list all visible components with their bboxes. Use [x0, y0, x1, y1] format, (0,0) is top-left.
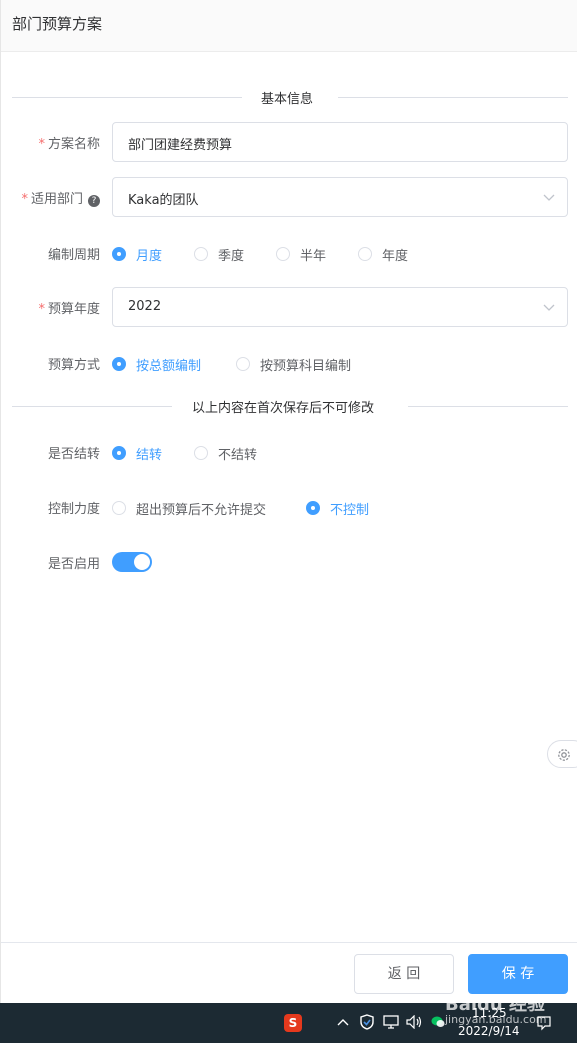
- plan-name-value: 部门团建经费预算: [128, 138, 233, 153]
- radio-label: 结转: [136, 448, 163, 463]
- form-row-method: 预算方式 按总额编制 按预算科目编制: [1, 343, 577, 383]
- radio-label: 按预算科目编制: [260, 359, 352, 374]
- chevron-down-icon: [543, 304, 555, 311]
- divider-line-right: [408, 406, 568, 407]
- save-button[interactable]: 保 存: [468, 954, 568, 994]
- divider-line-right: [338, 97, 568, 98]
- control-label: 控制力度: [47, 502, 100, 517]
- radio-dot: [306, 501, 320, 515]
- radio-dot: [112, 357, 126, 371]
- network-icon[interactable]: [383, 1015, 399, 1029]
- enabled-label: 是否启用: [47, 557, 100, 572]
- method-label: 预算方式: [47, 358, 100, 373]
- form-row-period: 编制周期 月度 季度 半年 年度: [1, 233, 577, 273]
- plan-name-label: * 方案名称: [38, 133, 100, 152]
- shield-icon[interactable]: [360, 1014, 374, 1030]
- radio-dot: [112, 247, 126, 261]
- radio-label: 不结转: [218, 448, 258, 463]
- year-select[interactable]: 2022: [112, 287, 568, 327]
- required-mark: *: [21, 192, 28, 207]
- year-value: 2022: [128, 299, 162, 314]
- page-title: 部门预算方案: [12, 15, 103, 33]
- gear-icon: [558, 749, 570, 761]
- year-label: * 预算年度: [38, 298, 100, 317]
- radio-dot: [358, 247, 372, 261]
- page-header: 部门预算方案: [1, 0, 577, 52]
- wechat-icon[interactable]: [431, 1016, 445, 1028]
- radio-label: 月度: [136, 249, 163, 264]
- chevron-up-icon[interactable]: [337, 1017, 349, 1029]
- clock-date: 2022/9/14: [458, 1024, 520, 1038]
- switch-knob: [134, 554, 150, 570]
- radio-label: 按总额编制: [136, 359, 202, 374]
- sogou-icon[interactable]: S: [284, 1014, 302, 1032]
- help-icon[interactable]: ?: [88, 195, 100, 207]
- radio-dot: [112, 446, 126, 460]
- radio-label: 不控制: [330, 503, 370, 518]
- section-divider-note: 以上内容在首次保存后不可修改: [12, 397, 568, 417]
- form-row-department: * 适用部门? Kaka的团队: [1, 177, 577, 217]
- volume-icon[interactable]: [406, 1015, 424, 1029]
- baidu-watermark-url: jingyan.baidu.com: [445, 1013, 547, 1026]
- department-label-text: 适用部门: [30, 192, 83, 207]
- required-mark: *: [38, 137, 45, 152]
- radio-label: 年度: [382, 249, 409, 264]
- radio-dot: [112, 501, 126, 515]
- radio-dot: [194, 446, 208, 460]
- required-mark: *: [38, 302, 45, 317]
- divider-line-left: [12, 97, 242, 98]
- form-row-control: 控制力度 超出预算后不允许提交 不控制: [1, 487, 577, 527]
- radio-dot: [276, 247, 290, 261]
- plan-name-input[interactable]: 部门团建经费预算: [112, 122, 568, 162]
- chevron-down-icon: [543, 194, 555, 201]
- department-label: * 适用部门?: [21, 188, 100, 207]
- radio-dot: [194, 247, 208, 261]
- department-select[interactable]: Kaka的团队: [112, 177, 568, 217]
- form-row-plan-name: * 方案名称 部门团建经费预算: [1, 122, 577, 162]
- settings-float-button[interactable]: [547, 740, 577, 768]
- department-value: Kaka的团队: [128, 193, 199, 208]
- carry-over-label: 是否结转: [47, 447, 100, 462]
- form-row-carry-over: 是否结转 结转 不结转: [1, 432, 577, 472]
- back-button[interactable]: 返 回: [354, 954, 454, 994]
- radio-dot: [236, 357, 250, 371]
- section-title-basic: 基本信息: [261, 92, 314, 107]
- form-row-year: * 预算年度 2022: [1, 287, 577, 327]
- window: 部门预算方案 基本信息 * 方案名称 部门团建经费预算 * 适用部门? Kaka的团…: [0, 0, 577, 1003]
- section-note: 以上内容在首次保存后不可修改: [192, 401, 375, 416]
- enabled-switch[interactable]: [112, 552, 152, 572]
- radio-label: 季度: [218, 249, 245, 264]
- section-divider-basic: 基本信息: [12, 88, 568, 108]
- radio-label: 半年: [300, 249, 327, 264]
- plan-name-label-text: 方案名称: [47, 137, 100, 152]
- radio-label: 超出预算后不允许提交: [136, 503, 267, 518]
- form-row-enabled: 是否启用: [1, 542, 577, 582]
- divider-line-left: [12, 406, 172, 407]
- year-label-text: 预算年度: [47, 302, 100, 317]
- period-label: 编制周期: [47, 248, 100, 263]
